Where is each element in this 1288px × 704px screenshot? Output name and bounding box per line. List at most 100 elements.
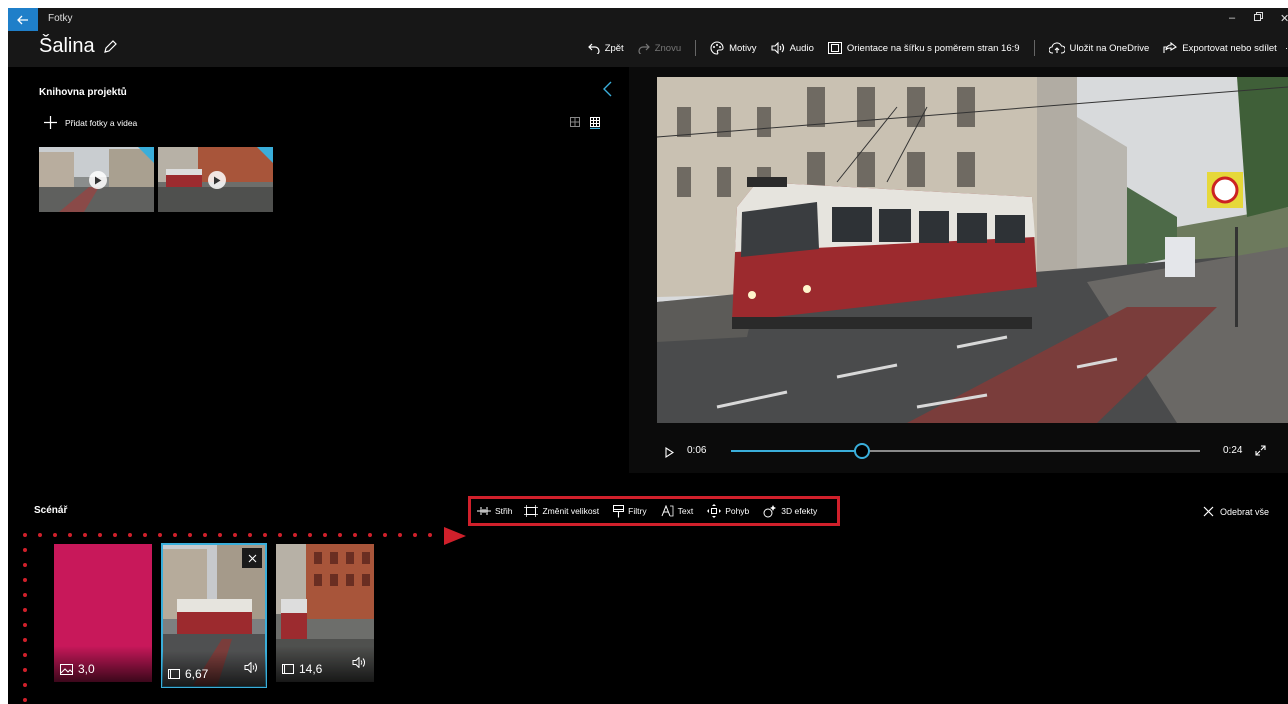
clip-info: 6,67	[168, 667, 208, 681]
project-library-panel: Knihovna projektů Přidat fotky a videa	[8, 67, 625, 473]
storyboard-panel: Scénář Střih Změnit velikost Filtry Text…	[8, 489, 1288, 704]
fullscreen-button[interactable]	[1255, 443, 1266, 461]
audio-label: Audio	[789, 42, 814, 54]
storyboard-title: Scénář	[34, 505, 68, 516]
tram-street-video-frame	[657, 77, 1288, 423]
undo-label: Zpět	[604, 42, 624, 54]
speaker-icon	[352, 656, 365, 669]
text-label: Text	[677, 506, 694, 516]
resize-icon	[524, 505, 539, 517]
video-preview[interactable]	[657, 77, 1288, 423]
play-icon	[665, 446, 675, 459]
cloud-upload-icon	[1048, 42, 1065, 54]
clip-tools-toolbar: Střih Změnit velikost Filtry Text Pohyb …	[468, 496, 840, 526]
close-icon	[248, 554, 256, 562]
palette-icon	[710, 41, 724, 55]
close-icon	[1203, 506, 1214, 517]
storyboard-clip[interactable]: 14,6	[276, 544, 374, 682]
item-used-indicator	[138, 147, 154, 163]
share-icon	[1163, 42, 1178, 53]
preview-panel: 0:06 0:24	[629, 67, 1288, 473]
storyboard-clip-selected[interactable]: 6,67	[161, 543, 267, 688]
current-time: 0:06	[687, 445, 707, 456]
pencil-edit-icon[interactable]	[103, 39, 117, 54]
collapse-library-button[interactable]	[603, 81, 613, 102]
clip-duration: 3,0	[78, 662, 95, 676]
restore-button[interactable]	[1254, 12, 1263, 24]
clip-info: 14,6	[282, 662, 322, 676]
seek-bar[interactable]	[731, 443, 1200, 459]
orientation-button[interactable]: Orientace na šířku s poměrem stran 16:9	[827, 42, 1020, 54]
command-bar: Šalina Zpět Znovu Motivy Audio Orientace…	[8, 31, 1288, 67]
remove-clip-button[interactable]	[242, 548, 262, 568]
minimize-button[interactable]: –	[1229, 12, 1235, 24]
motion-label: Pohyb	[725, 506, 750, 516]
seek-thumb[interactable]	[854, 443, 871, 459]
resize-button[interactable]: Změnit velikost	[524, 505, 599, 517]
redo-button[interactable]: Znovu	[638, 42, 681, 54]
speaker-icon	[244, 661, 257, 674]
onedrive-button[interactable]: Uložit na OneDrive	[1048, 42, 1150, 54]
small-grid-icon[interactable]	[590, 117, 600, 129]
project-name-text: Šalina	[39, 35, 95, 57]
photos-app-window: Fotky – ✕ Šalina Zpět Znovu Motivy Audio…	[8, 8, 1288, 704]
expand-icon	[1255, 445, 1266, 456]
themes-label: Motivy	[729, 42, 757, 54]
3d-effects-icon	[763, 505, 777, 518]
remove-all-button[interactable]: Odebrat vše	[1203, 506, 1269, 517]
clip-volume-button[interactable]	[352, 655, 366, 673]
play-button[interactable]	[665, 445, 675, 463]
total-time: 0:24	[1223, 445, 1243, 456]
library-item[interactable]	[158, 147, 273, 212]
library-item[interactable]	[39, 147, 154, 212]
clip-duration: 14,6	[299, 662, 323, 676]
3d-effects-button[interactable]: 3D efekty	[763, 504, 817, 518]
large-grid-icon[interactable]	[570, 117, 580, 127]
item-used-indicator	[257, 147, 273, 163]
trim-icon	[477, 507, 491, 515]
undo-icon	[587, 43, 600, 54]
command-separator	[1033, 40, 1035, 56]
paint-brush-icon	[613, 504, 625, 517]
clip-info: 3,0	[60, 662, 95, 676]
text-icon	[661, 505, 673, 517]
plus-icon	[44, 116, 57, 129]
add-photos-videos-button[interactable]: Přidat fotky a videa	[44, 116, 137, 129]
resize-label: Změnit velikost	[542, 506, 600, 516]
view-toggle	[570, 117, 600, 129]
filters-button[interactable]: Filtry	[613, 504, 647, 518]
filters-label: Filtry	[628, 506, 647, 516]
project-name[interactable]: Šalina	[39, 35, 117, 58]
storyboard-clip[interactable]: 3,0	[54, 544, 152, 682]
3d-effects-label: 3D efekty	[781, 506, 818, 516]
export-button[interactable]: Exportovat nebo sdílet	[1163, 42, 1277, 54]
library-title: Knihovna projektů	[39, 87, 127, 98]
play-overlay-icon	[89, 171, 107, 189]
remove-all-label: Odebrat vše	[1220, 506, 1270, 517]
text-button[interactable]: Text	[661, 505, 694, 517]
video-clip-icon	[168, 669, 180, 679]
trim-button[interactable]: Střih	[477, 506, 512, 516]
speaker-icon	[771, 42, 784, 54]
title-bar: Fotky – ✕	[8, 8, 1288, 31]
playback-bar: 0:06 0:24	[657, 437, 1288, 467]
aspect-ratio-icon	[827, 42, 842, 54]
onedrive-label: Uložit na OneDrive	[1069, 42, 1150, 54]
export-label: Exportovat nebo sdílet	[1182, 42, 1277, 54]
audio-button[interactable]: Audio	[771, 42, 814, 54]
image-icon	[60, 663, 73, 675]
orientation-label: Orientace na šířku s poměrem stran 16:9	[846, 42, 1020, 54]
play-overlay-icon	[208, 171, 226, 189]
redo-icon	[638, 43, 650, 54]
video-clip-icon	[282, 664, 294, 674]
themes-button[interactable]: Motivy	[710, 41, 757, 55]
clip-volume-button[interactable]	[244, 660, 258, 678]
restore-icon	[1254, 12, 1263, 21]
redo-label: Znovu	[654, 42, 682, 54]
motion-button[interactable]: Pohyb	[707, 504, 749, 518]
undo-button[interactable]: Zpět	[587, 42, 624, 54]
chevron-left-icon	[603, 81, 612, 97]
back-button[interactable]	[8, 8, 38, 31]
commands: Zpět Znovu Motivy Audio Orientace na šíř…	[574, 40, 1288, 56]
close-window-button[interactable]: ✕	[1280, 12, 1288, 25]
